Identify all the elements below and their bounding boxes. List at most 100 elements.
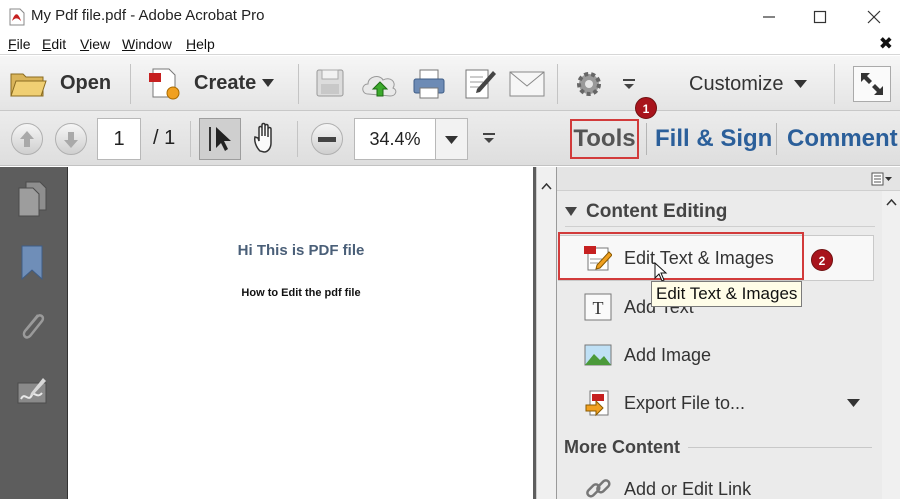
maximize-button[interactable] [796, 0, 844, 33]
page-count: / 1 [153, 127, 176, 149]
title-bar: My Pdf file.pdf - Adobe Acrobat Pro [0, 0, 900, 33]
add-edit-link-label: Add or Edit Link [624, 479, 752, 499]
menu-view[interactable]: View [80, 36, 110, 52]
next-page-button[interactable] [55, 123, 87, 155]
menu-file-rest: ile [16, 36, 31, 52]
acrobat-file-icon [9, 8, 25, 26]
menu-file[interactable]: File [8, 36, 31, 52]
toolbar-divider [834, 64, 835, 104]
link-icon [586, 479, 611, 498]
save-icon[interactable] [315, 68, 345, 98]
window-title: My Pdf file.pdf - Adobe Acrobat Pro [31, 7, 265, 24]
tab-divider [646, 123, 647, 155]
email-icon[interactable] [509, 71, 545, 97]
bookmark-icon[interactable] [16, 243, 48, 283]
select-cursor-icon [209, 127, 231, 151]
menu-window[interactable]: Window [122, 36, 172, 52]
page-number-input[interactable]: 1 [97, 118, 141, 160]
collapse-triangle-icon[interactable] [565, 207, 577, 216]
panel-options-icon[interactable] [871, 172, 893, 186]
highlight-outline [558, 232, 804, 280]
attachment-icon[interactable] [16, 307, 48, 347]
chevron-down-icon [445, 136, 458, 144]
add-image-tool[interactable]: Add Image [584, 335, 884, 377]
navigation-toolbar: 1 / 1 34.4% Tools 1 Fill & Sign Comment [0, 97, 900, 166]
tab-comment[interactable]: Comment [787, 125, 898, 153]
left-navigation-pane [0, 167, 65, 499]
signature-icon[interactable] [16, 373, 48, 413]
export-file-tool[interactable]: Export File to... [584, 383, 884, 425]
menu-file-mnemonic: F [8, 36, 17, 52]
pdf-heading: Hi This is PDF file [237, 242, 365, 259]
create-button[interactable]: Create [194, 72, 256, 95]
page-thumbnails-icon[interactable] [16, 179, 48, 219]
full-screen-button[interactable] [853, 66, 891, 102]
expand-icon [861, 73, 883, 95]
upload-cloud-icon[interactable] [360, 68, 400, 100]
zoom-level-input[interactable]: 34.4% [354, 118, 436, 160]
menu-help-mnemonic: H [186, 36, 197, 52]
minimize-icon [763, 15, 775, 18]
main-toolbar: Open Create Customize [0, 56, 900, 111]
scroll-up-icon[interactable] [886, 199, 897, 206]
close-icon [867, 10, 881, 23]
add-text-icon: T [584, 293, 612, 321]
export-file-label: Export File to... [624, 393, 746, 413]
customize-dropdown-icon[interactable] [794, 80, 807, 88]
panel-scrollbar[interactable] [882, 191, 900, 499]
close-document-icon[interactable]: ✖ [879, 34, 893, 54]
menu-help-rest: elp [196, 36, 215, 52]
add-image-icon [584, 344, 612, 366]
print-icon[interactable] [412, 68, 446, 100]
more-options-icon[interactable] [622, 78, 636, 90]
arrow-up-icon [20, 131, 34, 147]
document-scrollbar[interactable] [536, 167, 556, 499]
customize-button[interactable]: Customize [689, 73, 783, 96]
step-badge-1: 1 [635, 97, 657, 119]
document-view: Hi This is PDF file How to Edit the pdf … [65, 167, 536, 499]
create-pdf-icon[interactable] [147, 67, 183, 101]
section-divider [565, 226, 875, 227]
maximize-icon [813, 10, 827, 23]
edit-document-icon[interactable] [463, 67, 497, 101]
previous-page-button[interactable] [11, 123, 43, 155]
scroll-up-icon[interactable] [541, 183, 552, 190]
arrow-down-icon [64, 132, 78, 148]
open-button[interactable]: Open [60, 72, 111, 95]
menu-edit-rest: dit [51, 36, 67, 52]
minimize-button[interactable] [745, 0, 793, 33]
pdf-subheading: How to Edit the pdf file [241, 287, 361, 299]
more-content-heading[interactable]: More Content [564, 437, 680, 458]
toolbar-divider [557, 64, 558, 104]
zoom-dropdown-button[interactable] [436, 118, 468, 160]
hand-tool-icon[interactable] [251, 121, 283, 155]
menu-edit[interactable]: Edit [42, 36, 66, 52]
minus-icon [318, 137, 336, 142]
panel-header [557, 167, 900, 191]
menu-view-mnemonic: V [80, 36, 90, 52]
close-window-button[interactable] [850, 0, 898, 33]
menu-help[interactable]: Help [186, 36, 215, 52]
tooltip: Edit Text & Images [651, 281, 803, 307]
tab-tools[interactable]: Tools [570, 119, 639, 159]
export-file-icon [585, 390, 609, 417]
section-divider [688, 447, 872, 448]
tab-fill-sign[interactable]: Fill & Sign [655, 125, 772, 153]
select-tool-button[interactable] [199, 118, 241, 160]
pdf-page[interactable]: Hi This is PDF file How to Edit the pdf … [67, 167, 533, 499]
add-edit-link-tool[interactable]: Add or Edit Link [584, 469, 884, 499]
toolbar-divider [190, 121, 191, 157]
add-image-label: Add Image [624, 345, 712, 365]
svg-text:T: T [593, 298, 604, 318]
zoom-out-button[interactable] [311, 123, 343, 155]
open-folder-icon[interactable] [9, 68, 47, 100]
tab-divider [776, 123, 777, 155]
create-dropdown-icon[interactable] [262, 79, 274, 87]
menu-edit-mnemonic: E [42, 36, 52, 52]
toolbar-divider [297, 121, 298, 157]
content-editing-heading[interactable]: Content Editing [586, 201, 727, 223]
more-options-icon[interactable] [482, 132, 496, 144]
gear-icon[interactable] [574, 69, 604, 99]
export-dropdown-icon[interactable] [847, 399, 860, 407]
menu-bar: File Edit View Window Help ✖ [0, 33, 900, 55]
